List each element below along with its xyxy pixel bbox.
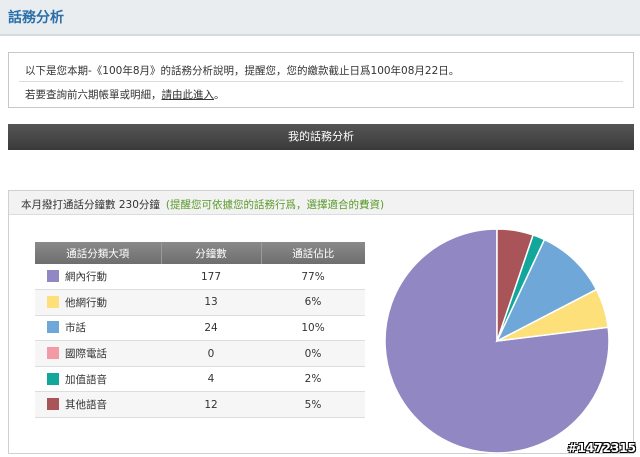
minutes-cell: 4	[161, 366, 261, 393]
usage-summary: 本月撥打通話分鐘數 230分鐘 (提醒您可依據您的話務行爲，選擇適合的費資)	[21, 197, 384, 212]
share-cell: 10%	[261, 315, 365, 342]
notice-divider	[19, 81, 623, 82]
legend-swatch	[47, 321, 59, 334]
legend-swatch	[47, 347, 59, 360]
category-cell: 網內行動	[35, 264, 161, 291]
minutes-cell: 24	[161, 315, 261, 342]
table-header-row: 通話分類大項 分鐘數 通話佔比	[35, 242, 365, 264]
column-header-share: 通話佔比	[261, 242, 365, 264]
share-cell: 0%	[261, 340, 365, 367]
legend-swatch	[47, 372, 59, 385]
category-cell: 他網行動	[35, 289, 161, 316]
category-label: 網內行動	[65, 271, 107, 284]
minutes-cell: 13	[161, 289, 261, 316]
category-cell: 市話	[35, 315, 161, 342]
category-label: 其他語音	[65, 399, 107, 412]
table-row: 國際電話 0 0%	[35, 340, 365, 367]
history-notice-prefix: 若要查詢前六期帳單或明細，	[25, 89, 162, 101]
share-cell: 6%	[261, 289, 365, 316]
table-row: 他網行動 13 6%	[35, 289, 365, 316]
history-notice-suffix: 。	[214, 89, 225, 101]
billing-notice-text: 以下是您本期-《100年8月》的話務分析說明，提醒您，您的繳款截止日爲100年0…	[25, 65, 460, 77]
minutes-summary: 本月撥打通話分鐘數 230分鐘	[21, 199, 160, 211]
page-header: 話務分析	[0, 0, 640, 36]
history-notice: 若要查詢前六期帳單或明細，請由此進入。	[25, 87, 225, 102]
legend-swatch	[47, 295, 59, 308]
share-cell: 2%	[261, 366, 365, 393]
minutes-cell: 0	[161, 340, 261, 367]
category-label: 他網行動	[65, 296, 107, 309]
legend-swatch	[47, 270, 59, 283]
category-cell: 國際電話	[35, 340, 161, 367]
table-row: 網內行動 177 77%	[35, 264, 365, 291]
category-label: 加值語音	[65, 373, 107, 386]
category-cell: 其他語音	[35, 391, 161, 419]
notice-box: 以下是您本期-《100年8月》的話務分析說明，提醒您，您的繳款截止日爲100年0…	[8, 52, 634, 108]
column-header-category: 通話分類大項	[35, 242, 162, 264]
share-cell: 77%	[261, 264, 365, 291]
category-label: 市話	[65, 322, 86, 335]
table-row: 其他語音 12 5%	[35, 391, 365, 419]
legend-swatch	[47, 398, 59, 411]
minutes-cell: 12	[161, 391, 261, 419]
watermark: #1472315	[567, 441, 636, 455]
plan-hint: (提醒您可依據您的話務行爲，選擇適合的費資)	[165, 199, 385, 211]
section-bar-my-usage-analysis: 我的話務分析	[8, 124, 634, 150]
column-header-minutes: 分鐘數	[161, 242, 262, 264]
share-cell: 5%	[261, 391, 365, 419]
usage-table: 通話分類大項 分鐘數 通話佔比 網內行動 177 77% 他網行動 13 6% 市話 24 10…	[35, 242, 365, 419]
category-label: 國際電話	[65, 348, 107, 361]
usage-pie-chart	[384, 228, 610, 454]
minutes-cell: 177	[161, 264, 261, 291]
history-entry-link[interactable]: 請由此進入	[162, 89, 215, 101]
table-row: 加值語音 4 2%	[35, 366, 365, 393]
table-row: 市話 24 10%	[35, 315, 365, 342]
page-title: 話務分析	[8, 10, 64, 26]
usage-summary-bar: 本月撥打通話分鐘數 230分鐘 (提醒您可依據您的話務行爲，選擇適合的費資)	[9, 191, 633, 215]
category-cell: 加值語音	[35, 366, 161, 393]
